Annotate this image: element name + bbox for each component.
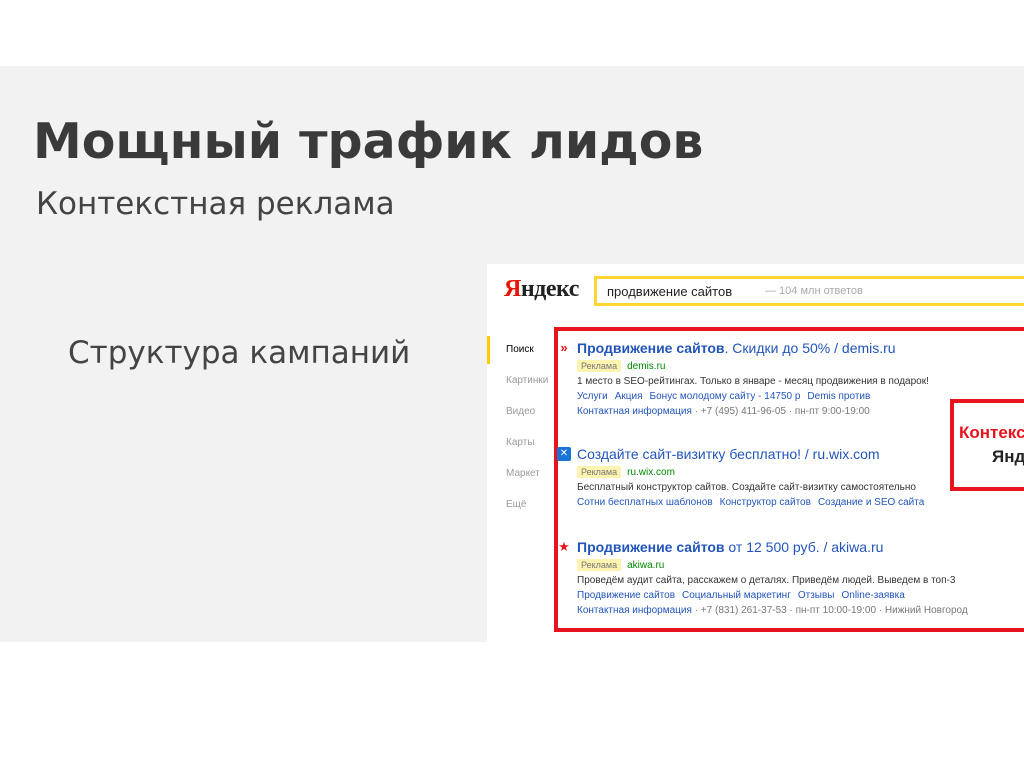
sitelink[interactable]: Demis против <box>807 391 870 402</box>
ad-sitelinks: Услуги Акция Бонус молодому сайту - 14750 … <box>577 391 929 405</box>
sitelink[interactable]: Услуги <box>577 391 608 402</box>
slide-title: Мощный трафик лидов <box>33 113 704 170</box>
ad-headline[interactable]: Продвижение сайтов от 12 500 руб. / akiw… <box>577 539 968 557</box>
sitelink[interactable]: Отзывы <box>798 590 835 601</box>
sitelink[interactable]: Продвижение сайтов <box>577 590 675 601</box>
ad-result-2: ✕ Создайте сайт-визитку бесплатно! / ru.… <box>557 446 931 511</box>
nav-item-images[interactable]: Картинки <box>506 375 548 386</box>
sitelink[interactable]: Сотни бесплатных шаблонов <box>577 497 713 508</box>
ad-domain[interactable]: akiwa.ru <box>627 560 664 571</box>
callout-line-2: Яндекс <box>992 447 1024 466</box>
double-chevron-up-icon: » <box>560 340 568 355</box>
ad-result-1: » Продвижение сайтов. Скидки до 50% / de… <box>560 340 929 420</box>
callout-line-1: Контекстная <box>959 423 1024 442</box>
search-result-count: — 104 млн ответов <box>765 285 863 297</box>
ad-badge: Реклама <box>577 360 622 372</box>
nav-item-more[interactable]: Ещё <box>506 499 526 510</box>
slide-subtitle: Контекстная реклама <box>36 186 395 222</box>
nav-item-market[interactable]: Маркет <box>506 468 540 479</box>
sitelink[interactable]: Online-заявка <box>841 590 904 601</box>
ad-contacts-link[interactable]: Контактная информация <box>577 605 692 616</box>
campaign-structure-label: Структура кампаний <box>68 335 411 371</box>
yandex-serp-screenshot: Яндекс продвижение сайтов — 104 млн отве… <box>487 264 1024 642</box>
ad-badge: Реклама <box>577 559 622 571</box>
ad-description: 1 место в SEO-рейтингах. Только в январе… <box>577 376 929 387</box>
ad-headline[interactable]: Продвижение сайтов. Скидки до 50% / demi… <box>577 340 929 358</box>
ad-domain[interactable]: ru.wix.com <box>627 467 675 478</box>
ad-headline[interactable]: Создайте сайт-визитку бесплатно! / ru.wi… <box>577 446 931 464</box>
ad-domain[interactable]: demis.ru <box>627 361 665 372</box>
sitelink[interactable]: Акция <box>615 391 643 402</box>
slide: Мощный трафик лидов Контекстная реклама … <box>0 66 1024 642</box>
wix-square-icon: ✕ <box>557 447 571 461</box>
red-star-icon: ★ <box>558 539 570 554</box>
ad-badge: Реклама <box>577 466 622 478</box>
sitelink[interactable]: Создание и SEO сайта <box>818 497 924 508</box>
ad-sitelinks: Сотни бесплатных шаблонов Конструктор сай… <box>577 497 931 511</box>
search-query: продвижение сайтов <box>607 284 733 299</box>
sitelink[interactable]: Бонус молодому сайту - 14750 р <box>650 391 801 402</box>
active-tab-indicator <box>487 336 490 364</box>
ad-description: Бесплатный конструктор сайтов. Создайте … <box>577 482 916 493</box>
ad-result-3: ★ Продвижение сайтов от 12 500 руб. / ak… <box>558 539 968 619</box>
sitelink[interactable]: Конструктор сайтов <box>720 497 811 508</box>
ad-description: Проведём аудит сайта, расскажем о деталя… <box>577 575 956 586</box>
ad-contacts-link[interactable]: Контактная информация <box>577 406 692 417</box>
sitelink[interactable]: Социальный маркетинг <box>682 590 791 601</box>
context-ads-callout: Контекстная Яндекс <box>950 399 1024 491</box>
search-input[interactable]: продвижение сайтов — 104 млн ответов <box>594 276 1024 306</box>
nav-item-video[interactable]: Видео <box>506 406 535 417</box>
yandex-logo[interactable]: Яндекс <box>504 276 579 303</box>
ad-contacts-details: · +7 (831) 261-37-53 · пн-пт 10:00-19:00… <box>694 605 968 616</box>
ad-contacts-details: · +7 (495) 411-96-05 · пн-пт 9:00-19:00 <box>694 406 870 417</box>
nav-item-maps[interactable]: Карты <box>506 437 535 448</box>
ad-sitelinks: Продвижение сайтов Социальный маркетинг От… <box>577 590 968 604</box>
nav-item-search[interactable]: Поиск <box>506 344 534 355</box>
